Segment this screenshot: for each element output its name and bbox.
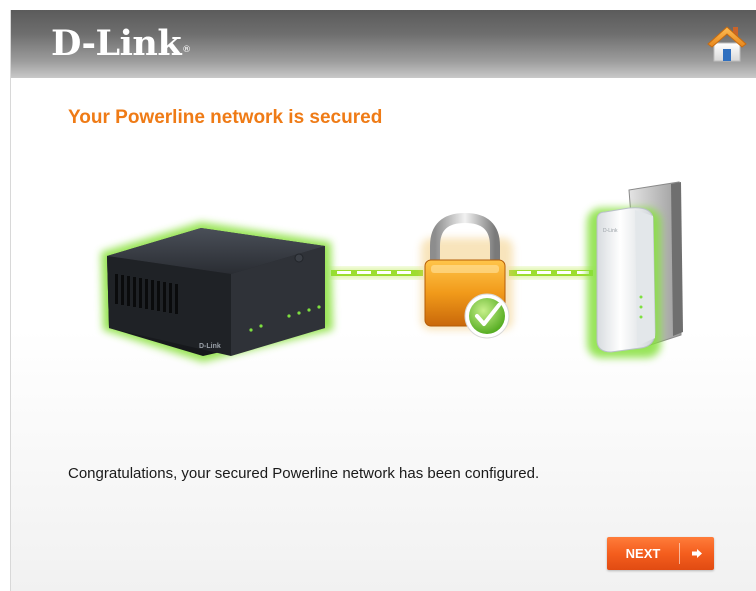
registered-mark: ® <box>182 45 191 55</box>
header-bar: D-Link® <box>11 10 756 78</box>
connection-line-left <box>331 268 423 278</box>
page-title: Your Powerline network is secured <box>68 107 383 128</box>
status-message: Congratulations, your secured Powerline … <box>68 465 540 482</box>
next-button-label: NEXT <box>625 546 661 561</box>
powerline-plug-icon: D-Link <box>587 181 683 358</box>
arrow-right-icon <box>680 537 714 570</box>
connection-line-right <box>509 268 593 278</box>
check-icon <box>464 293 510 339</box>
dlink-logo: D-Link® <box>51 24 191 64</box>
left-device-brand: D-Link <box>199 343 221 350</box>
next-button[interactable]: NEXT <box>607 537 714 570</box>
right-device-brand: D-Link <box>603 228 618 234</box>
setup-wizard-window: D-Link® Your Powerline network is secure… <box>10 10 756 591</box>
network-secured-illustration: D-Link D-Link <box>81 180 721 390</box>
powerline-adapter-icon: D-Link <box>101 222 333 362</box>
logo-text: D-Link <box>51 23 182 64</box>
home-icon[interactable] <box>705 21 749 65</box>
